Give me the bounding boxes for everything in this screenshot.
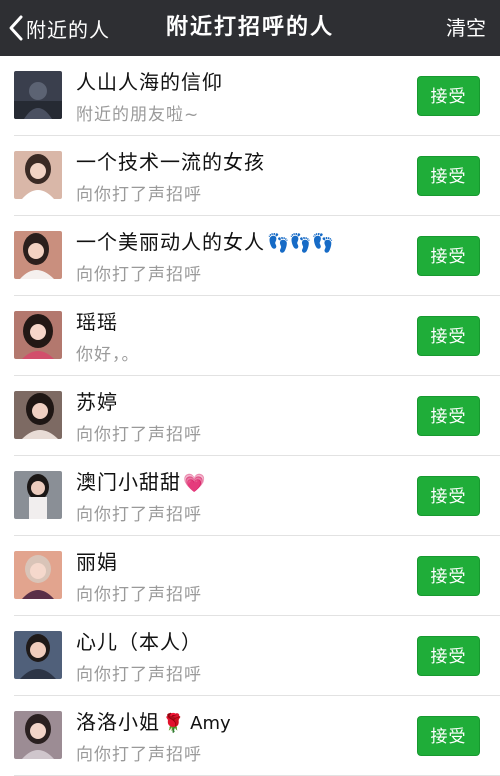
greeting-message: 向你打了声招呼 (76, 425, 202, 445)
accept-button[interactable]: 接受 (417, 716, 480, 756)
list-item[interactable]: 一个美丽动人的女人 👣👣👣 向你打了声招呼 接受 (0, 216, 500, 296)
greeting-message: 向你打了声招呼 (76, 665, 202, 685)
avatar[interactable] (14, 391, 62, 439)
avatar[interactable] (14, 231, 62, 279)
contact-name: 一个技术一流的女孩 (76, 150, 265, 174)
accept-button[interactable]: 接受 (417, 316, 480, 356)
avatar[interactable] (14, 71, 62, 119)
list-item[interactable]: 苏婷 向你打了声招呼 接受 (0, 376, 500, 456)
contact-name: 一个美丽动人的女人 👣👣👣 (76, 230, 335, 254)
accept-button[interactable]: 接受 (417, 396, 480, 436)
greeting-message: 附近的朋友啦~ (76, 105, 200, 125)
greeting-message: 向你打了声招呼 (76, 745, 202, 765)
name-emoji: 🌹 Amy (162, 713, 231, 734)
list-item[interactable]: 人山人海的信仰 附近的朋友啦~ 接受 (0, 56, 500, 136)
list-item[interactable]: 一个技术一流的女孩 向你打了声招呼 接受 (0, 136, 500, 216)
clear-button[interactable]: 清空 (446, 0, 486, 56)
contact-name: 人山人海的信仰 (76, 70, 223, 94)
list-item[interactable]: 澳门小甜甜 💗 向你打了声招呼 接受 (0, 456, 500, 536)
avatar[interactable] (14, 711, 62, 759)
avatar[interactable] (14, 151, 62, 199)
contact-name: 澳门小甜甜 💗 (76, 470, 206, 494)
accept-button[interactable]: 接受 (417, 476, 480, 516)
greeting-message: 向你打了声招呼 (76, 265, 202, 285)
avatar[interactable] (14, 311, 62, 359)
contact-name: 洛洛小姐 🌹 Amy (76, 710, 231, 734)
page-title: 附近打招呼的人 (165, 15, 334, 40)
contact-name: 苏婷 (76, 390, 118, 414)
greeting-message: 向你打了声招呼 (76, 505, 202, 525)
greeting-message: 向你打了声招呼 (76, 585, 202, 605)
avatar[interactable] (14, 471, 62, 519)
list-item[interactable]: 瑶瑶 你好，。 接受 (0, 296, 500, 376)
accept-button[interactable]: 接受 (417, 556, 480, 596)
accept-button[interactable]: 接受 (417, 636, 480, 676)
greeting-message: 向你打了声招呼 (76, 185, 202, 205)
greeting-list: 人山人海的信仰 附近的朋友啦~ 接受 一个技术一流的女孩 向你打了声招呼 接受 … (0, 56, 500, 776)
list-item[interactable]: 洛洛小姐 🌹 Amy 向你打了声招呼 接受 (0, 696, 500, 776)
accept-button[interactable]: 接受 (417, 76, 480, 116)
name-emoji: 👣👣👣 (267, 233, 335, 254)
accept-button[interactable]: 接受 (417, 236, 480, 276)
list-item[interactable]: 丽娟 向你打了声招呼 接受 (0, 536, 500, 616)
contact-name: 心儿（本人） (76, 630, 202, 654)
avatar[interactable] (14, 551, 62, 599)
avatar[interactable] (14, 631, 62, 679)
navigation-bar: 附近的人 附近打招呼的人 清空 (0, 0, 500, 56)
list-item[interactable]: 心儿（本人） 向你打了声招呼 接受 (0, 616, 500, 696)
contact-name: 瑶瑶 (76, 310, 118, 334)
accept-button[interactable]: 接受 (417, 156, 480, 196)
name-emoji: 💗 (183, 473, 206, 494)
contact-name: 丽娟 (76, 550, 118, 574)
greeting-message: 你好，。 (76, 345, 140, 365)
